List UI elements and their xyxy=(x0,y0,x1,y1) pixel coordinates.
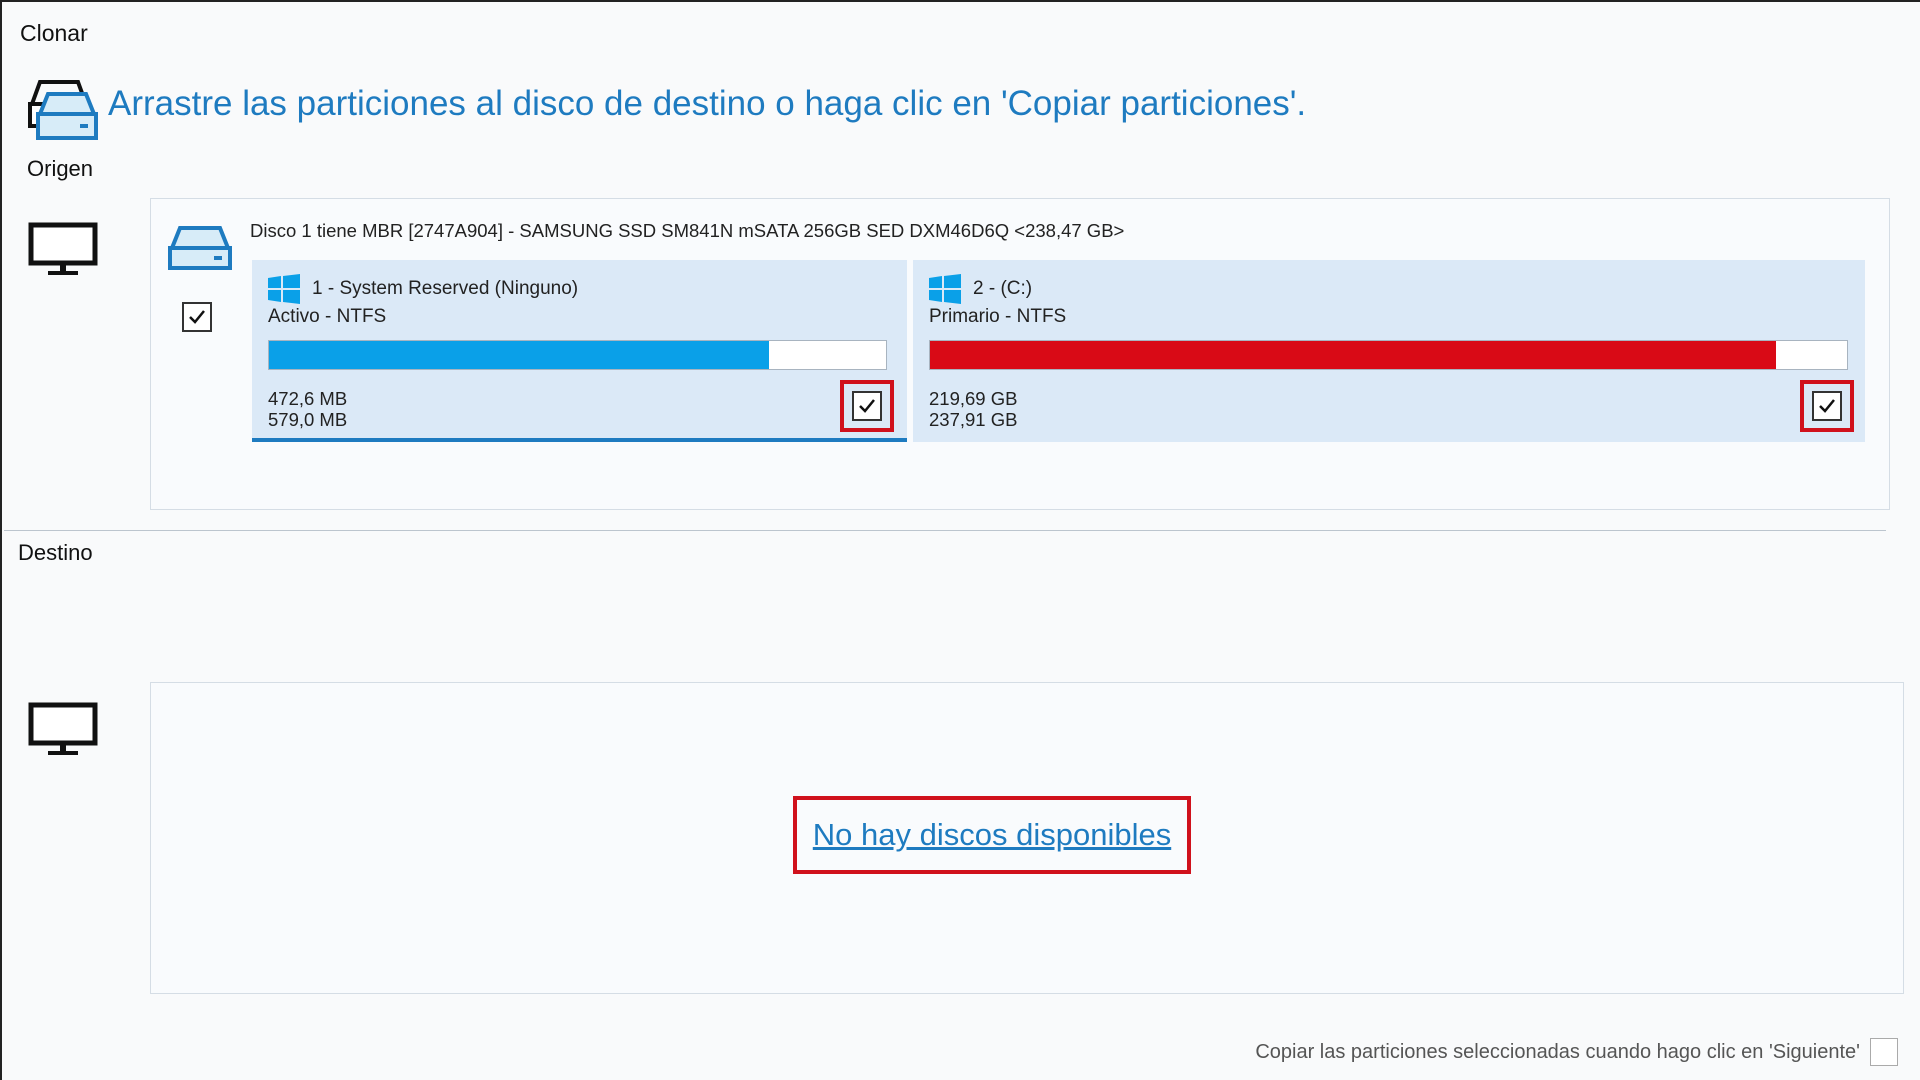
checkmark-icon xyxy=(189,310,205,324)
footer-option: Copiar las particiones seleccionadas cua… xyxy=(1255,1038,1898,1066)
disk-title: Disco 1 tiene MBR [2747A904] - SAMSUNG S… xyxy=(250,220,1125,241)
disk-clone-icon xyxy=(28,80,98,140)
clone-window: Clonar Arrastre las particiones al disco… xyxy=(0,0,1920,1080)
partition-type: Activo - NTFS xyxy=(268,306,387,327)
hard-disk-icon xyxy=(168,226,232,270)
partition-total: 579,0 MB xyxy=(268,409,348,430)
partition-card-c[interactable]: 2 - (C:) Primario - NTFS 219,69 GB 237,9… xyxy=(913,260,1865,442)
no-disks-link[interactable]: No hay discos disponibles xyxy=(813,817,1171,853)
destination-label: Destino xyxy=(18,540,93,565)
disk-checkbox[interactable] xyxy=(182,302,212,332)
checkmark-icon xyxy=(859,399,875,413)
partition-total: 237,91 GB xyxy=(929,409,1018,430)
windows-logo-icon xyxy=(929,274,961,304)
partition-header: 1 - System Reserved (Ninguno) xyxy=(268,274,578,304)
copy-on-next-label: Copiar las particiones seleccionadas cua… xyxy=(1255,1040,1860,1063)
monitor-icon xyxy=(28,222,98,275)
partition-name: 1 - System Reserved (Ninguno) xyxy=(312,278,579,299)
usage-bar xyxy=(268,340,887,370)
partition-checkbox-highlight xyxy=(840,380,894,432)
section-divider xyxy=(4,530,1886,531)
partition-used: 219,69 GB xyxy=(929,388,1018,409)
partition-card-system-reserved[interactable]: 1 - System Reserved (Ninguno) Activo - N… xyxy=(252,260,907,442)
windows-logo-icon xyxy=(268,274,300,304)
partition-used: 472,6 MB xyxy=(268,388,348,409)
partition-checkbox-highlight xyxy=(1800,380,1854,432)
partition-name: 2 - (C:) xyxy=(973,278,1033,299)
partition-header: 2 - (C:) xyxy=(929,274,1032,304)
source-label: Origen xyxy=(27,156,94,181)
partition-sizes: 472,6 MB 579,0 MB xyxy=(268,388,347,430)
usage-bar-fill xyxy=(269,341,769,369)
partition-type: Primario - NTFS xyxy=(929,306,1067,327)
partition-checkbox[interactable] xyxy=(852,391,882,421)
partition-checkbox[interactable] xyxy=(1812,391,1842,421)
no-disks-highlight: No hay discos disponibles xyxy=(793,796,1191,874)
window-title: Clonar xyxy=(20,20,88,46)
partition-sizes: 219,69 GB 237,91 GB xyxy=(929,388,1017,430)
monitor-icon xyxy=(28,702,98,755)
copy-on-next-checkbox[interactable] xyxy=(1870,1038,1898,1066)
usage-bar xyxy=(929,340,1848,370)
checkmark-icon xyxy=(1819,399,1835,413)
usage-bar-fill xyxy=(930,341,1777,369)
instruction-text: Arrastre las particiones al disco de des… xyxy=(108,84,1307,123)
